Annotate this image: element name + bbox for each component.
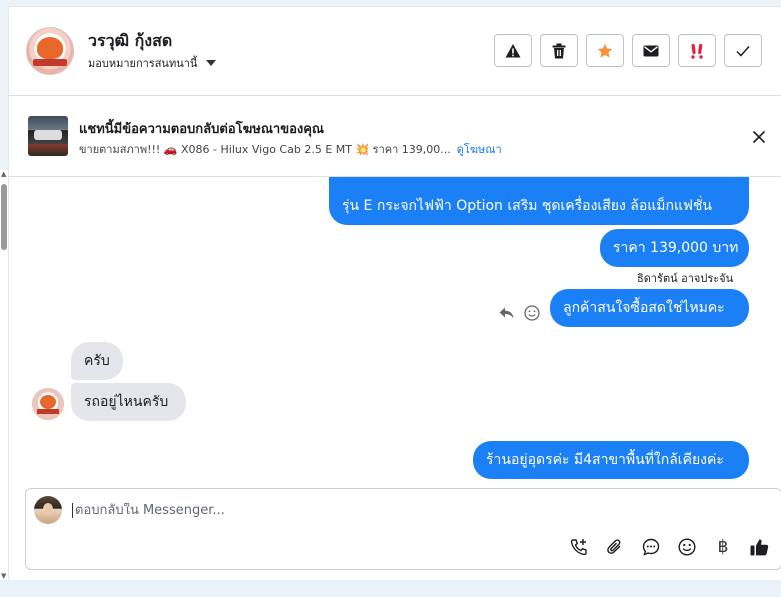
star-button[interactable]: [586, 34, 624, 67]
shrimp-logo-icon: [37, 37, 63, 59]
view-ad-link[interactable]: ดูโฆษณา: [457, 143, 502, 156]
paperclip-icon: [607, 539, 621, 554]
contact-avatar[interactable]: [26, 27, 74, 75]
message-actions: [499, 305, 540, 321]
conversation-header: วรวุฒิ กุ้งสด มอบหมายการสนทนานี้: [9, 7, 781, 96]
scrollbar-thumb[interactable]: [1, 184, 7, 250]
ad-banner-subtitle: ขายตามสภาพ!!! 🚗 X086 - Hilux Vigo Cab 2.…: [79, 140, 502, 158]
shrimp-logo-icon: [40, 395, 56, 409]
mark-done-button[interactable]: [724, 34, 762, 67]
message-bubble-incoming[interactable]: ครับ: [71, 342, 123, 380]
reply-icon[interactable]: [499, 307, 514, 319]
follow-up-icon: [691, 43, 703, 59]
phone-plus-icon: [570, 539, 587, 556]
composer-toolbar: ฿: [569, 537, 769, 557]
scroll-up-arrow-icon[interactable]: ▲: [1, 170, 6, 178]
checkmark-icon: [736, 45, 750, 57]
contact-avatar-small[interactable]: [32, 388, 64, 420]
like-button[interactable]: [749, 537, 769, 557]
ad-description: ขายตามสภาพ!!! 🚗 X086 - Hilux Vigo Cab 2.…: [79, 143, 451, 156]
emoji-reaction-icon[interactable]: [524, 305, 540, 321]
message-thread: รุ่น E กระจกไฟฟ้า Option เสริม ชุดเครื่อ…: [9, 177, 781, 487]
delete-button[interactable]: [540, 34, 578, 67]
emoji-icon: [678, 538, 696, 556]
reply-input[interactable]: [72, 503, 675, 518]
warning-icon: [505, 43, 521, 57]
close-icon[interactable]: [752, 130, 766, 144]
payment-button[interactable]: ฿: [713, 537, 733, 557]
baht-icon: ฿: [717, 537, 729, 557]
attach-button[interactable]: [605, 537, 625, 557]
follow-up-button[interactable]: [678, 34, 716, 67]
message-bubble-outgoing[interactable]: ลูกค้าสนใจซื้อสดใช่ไหมคะ: [550, 289, 749, 327]
trash-icon: [552, 43, 566, 58]
envelope-icon: [643, 45, 659, 56]
message-bubble-outgoing[interactable]: ราคา 139,000 บาท: [600, 229, 749, 267]
car-image: [34, 130, 62, 140]
message-bubble-incoming[interactable]: รถอยู่ไหนครับ: [71, 383, 186, 421]
assign-dropdown[interactable]: มอบหมายการสนทนานี้: [88, 54, 217, 72]
thumbs-up-icon: [750, 539, 768, 556]
star-icon: [597, 43, 613, 58]
mark-unread-button[interactable]: [632, 34, 670, 67]
message-composer: ฿: [25, 488, 781, 570]
scroll-down-arrow-icon[interactable]: ▼: [1, 572, 6, 580]
message-bubble-outgoing[interactable]: รุ่น E กระจกไฟฟ้า Option เสริม ชุดเครื่อ…: [329, 177, 749, 225]
ad-reply-banner: แชทนี้มีข้อความตอบกลับต่อโฆษณาของคุณ ขาย…: [9, 96, 781, 177]
mark-spam-button[interactable]: [494, 34, 532, 67]
ad-banner-title: แชทนี้มีข้อความตอบกลับต่อโฆษณาของคุณ: [79, 122, 324, 137]
contact-name[interactable]: วรวุฒิ กุ้งสด: [88, 29, 172, 54]
message-bubble-outgoing[interactable]: ร้านอยู่อุดรค่ะ มี4สาขาพื้นที่ใกล้เคียงค…: [473, 441, 749, 479]
conversation-panel: วรวุฒิ กุ้งสด มอบหมายการสนทนานี้ แชทนี้ม…: [8, 6, 781, 581]
assign-label: มอบหมายการสนทนานี้: [88, 57, 198, 70]
ad-thumbnail[interactable]: [28, 116, 68, 156]
scrollbar[interactable]: ▲ ▼: [0, 170, 8, 580]
header-toolbar: [494, 34, 762, 67]
emoji-button[interactable]: [677, 537, 697, 557]
call-button[interactable]: [569, 537, 589, 557]
page-footer-strip: [0, 580, 781, 597]
sender-name: ธิดารัตน์ อาจประจัน: [637, 272, 734, 285]
saved-reply-icon: [642, 538, 660, 556]
agent-avatar: [34, 496, 62, 524]
saved-replies-button[interactable]: [641, 537, 661, 557]
caret-down-icon: [206, 60, 217, 66]
